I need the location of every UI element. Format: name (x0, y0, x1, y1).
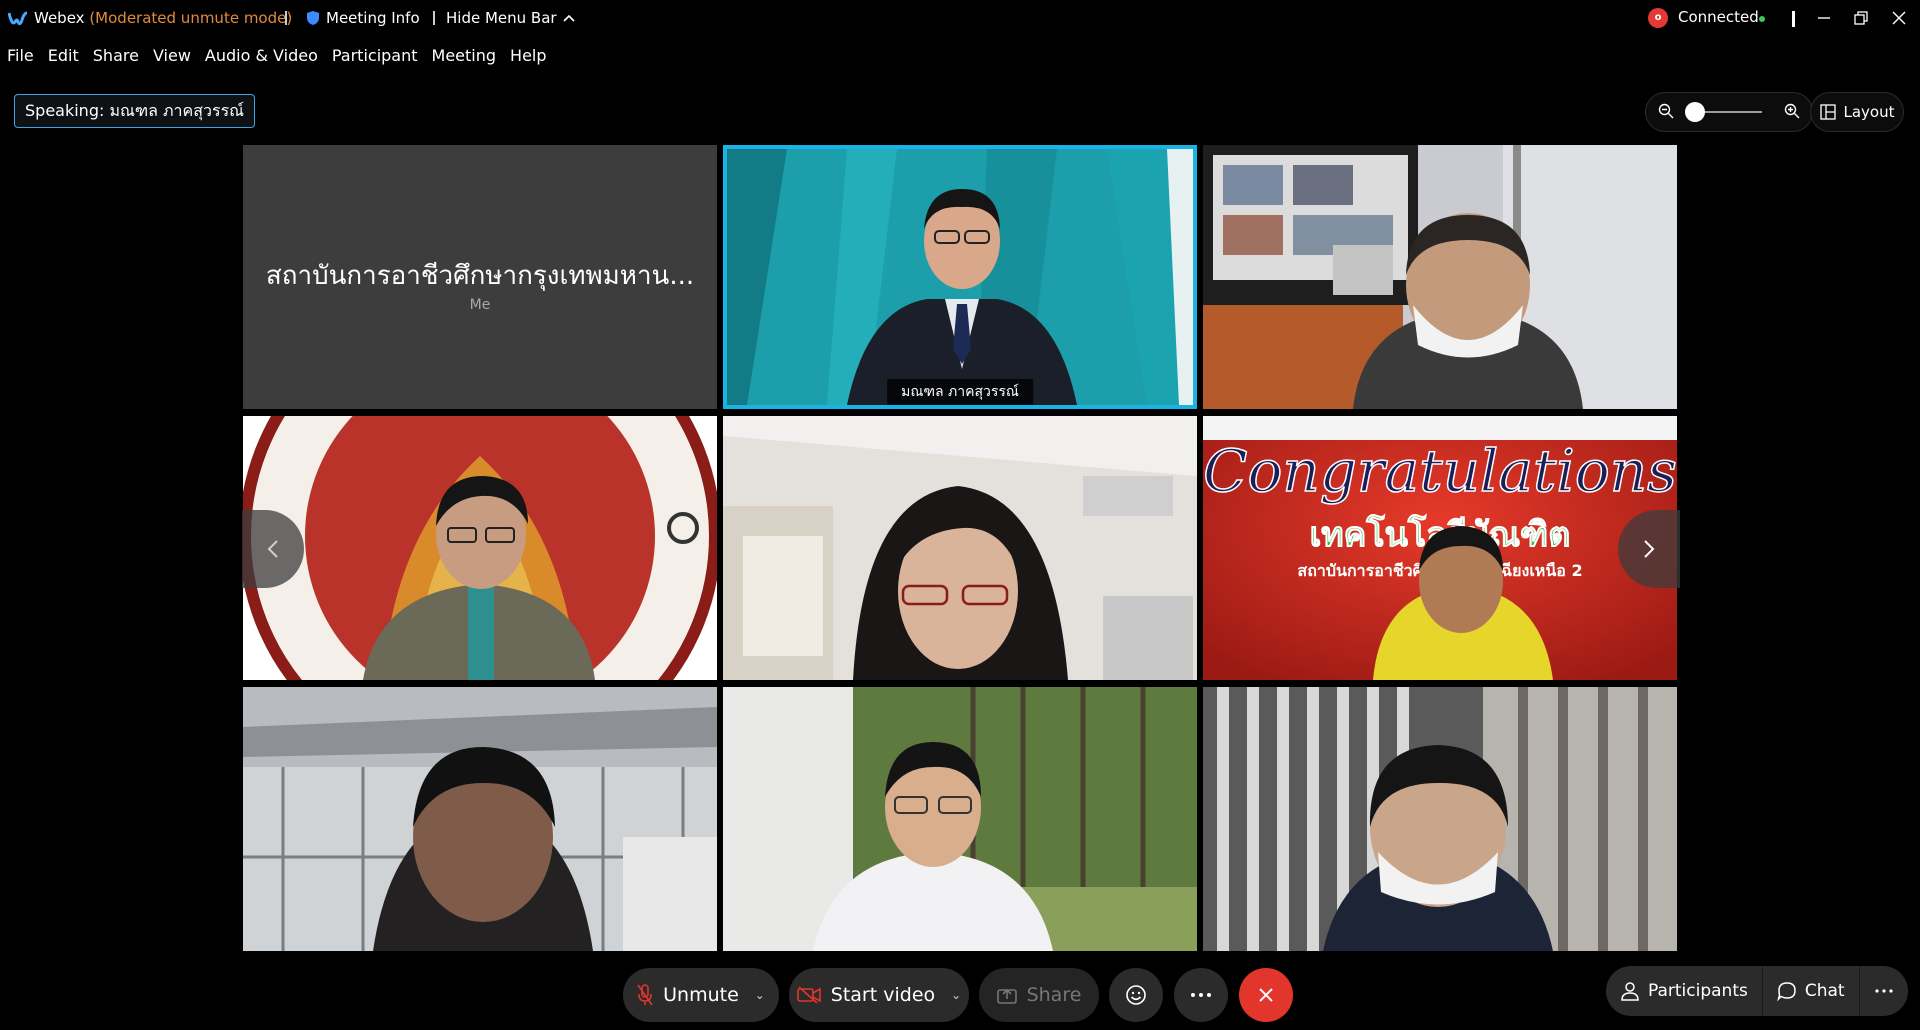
participant-video (1203, 145, 1677, 409)
me-display-name: สถาบันการอาชีวศึกษากรุงเทพมหาน... (265, 261, 695, 291)
menu-view[interactable]: View (146, 42, 198, 72)
zoom-out-icon[interactable] (1658, 103, 1674, 119)
participants-label: Participants (1648, 981, 1748, 1001)
menu-audio-video[interactable]: Audio & Video (198, 42, 325, 72)
more-panels-button[interactable] (1860, 966, 1908, 1016)
chevron-up-icon (563, 14, 575, 22)
hide-menu-bar-button[interactable]: Hide Menu Bar (446, 9, 575, 27)
app-name: Webex (34, 9, 85, 27)
video-tile-participant[interactable] (243, 416, 717, 680)
video-tile-participant[interactable] (1203, 687, 1677, 951)
unmute-label: Unmute (663, 984, 739, 1006)
recording-icon[interactable]: o (1648, 8, 1668, 28)
minimize-icon (1818, 17, 1830, 19)
layout-button[interactable]: Layout (1810, 92, 1904, 132)
banner-title: Congratulations (1203, 437, 1677, 505)
video-tile-participant[interactable] (723, 416, 1197, 680)
title-bar: Webex (Moderated unmute mode) Meeting In… (0, 0, 1920, 38)
share-icon (996, 988, 1017, 1004)
chevron-left-icon (267, 540, 278, 558)
menu-help[interactable]: Help (503, 42, 553, 72)
speaker-name-tag: มณฑล ภาคสุวรรณ์ (887, 379, 1033, 405)
unmute-button[interactable]: Unmute ⌄ (623, 968, 779, 1022)
zoom-slider-thumb[interactable] (1685, 102, 1705, 122)
layout-grid-icon (1819, 104, 1836, 120)
menu-share[interactable]: Share (86, 42, 146, 72)
leave-meeting-button[interactable] (1239, 968, 1293, 1022)
video-tile-me[interactable]: สถาบันการอาชีวศึกษากรุงเทพมหาน... Me (243, 145, 717, 409)
close-icon (1259, 988, 1273, 1002)
participant-video: Congratulations เทคโนโลยีบัณฑิต สถาบันกา… (1203, 416, 1677, 680)
panel-toggle-group: Participants Chat (1606, 966, 1908, 1016)
participant-video (243, 416, 717, 680)
chat-label: Chat (1804, 981, 1845, 1001)
layout-label: Layout (1843, 103, 1895, 121)
participants-button[interactable]: Participants (1606, 966, 1762, 1016)
shield-icon (307, 11, 319, 25)
window-title: Webex (Moderated unmute mode) (34, 9, 292, 27)
minimize-button[interactable] (1807, 4, 1841, 32)
close-icon (1892, 11, 1906, 25)
chevron-right-icon (1644, 540, 1655, 558)
start-video-button[interactable]: Start video ⌄ (789, 968, 969, 1022)
chat-button[interactable]: Chat (1763, 966, 1859, 1016)
meeting-info-label: Meeting Info (326, 9, 420, 27)
zoom-control (1645, 92, 1813, 132)
meeting-info-button[interactable]: Meeting Info (306, 9, 420, 27)
menu-participant[interactable]: Participant (325, 42, 425, 72)
chevron-down-icon[interactable]: ⌄ (755, 988, 765, 1002)
menu-edit[interactable]: Edit (41, 42, 86, 72)
connected-dot-icon (1759, 16, 1765, 22)
divider (285, 11, 287, 25)
chat-bubble-icon (1777, 982, 1796, 1001)
smiley-icon (1126, 985, 1146, 1005)
menu-meeting[interactable]: Meeting (425, 42, 504, 72)
video-tile-participant[interactable] (1203, 145, 1677, 409)
person-icon (1621, 982, 1639, 1001)
share-label: Share (1026, 984, 1082, 1006)
restore-button[interactable] (1844, 4, 1878, 32)
participant-video (1203, 687, 1677, 951)
video-tile-participant[interactable] (723, 687, 1197, 951)
chevron-down-icon[interactable]: ⌄ (951, 988, 961, 1002)
share-button[interactable]: Share (979, 968, 1099, 1022)
me-label: Me (469, 297, 491, 313)
video-off-icon (796, 986, 821, 1004)
microphone-muted-icon (637, 984, 653, 1006)
speaking-indicator: Speaking: มณฑล ภาคสุวรรณ์ (14, 94, 256, 128)
menu-file[interactable]: File (0, 42, 41, 72)
ellipsis-icon (1191, 993, 1211, 997)
video-tile-participant[interactable] (243, 687, 717, 951)
start-video-label: Start video (830, 984, 936, 1006)
unmute-mode-label: (Moderated unmute mode) (89, 9, 293, 27)
close-window-button[interactable] (1882, 4, 1916, 32)
video-tile-participant[interactable]: Congratulations เทคโนโลยีบัณฑิต สถาบันกา… (1203, 416, 1677, 680)
participant-video (723, 416, 1197, 680)
divider (1792, 11, 1795, 27)
participant-video (727, 149, 1193, 405)
zoom-in-icon[interactable] (1784, 103, 1800, 119)
webex-logo-icon (8, 11, 28, 26)
hide-menu-bar-label: Hide Menu Bar (446, 9, 557, 27)
participant-video (243, 687, 717, 951)
video-tile-active-speaker[interactable]: มณฑล ภาคสุวรรณ์ (723, 145, 1197, 409)
menu-bar: File Edit Share View Audio & Video Parti… (0, 42, 554, 72)
divider (433, 11, 435, 25)
ellipsis-icon (1874, 989, 1893, 993)
reactions-button[interactable] (1109, 968, 1163, 1022)
restore-icon (1854, 11, 1868, 25)
more-options-button[interactable] (1174, 968, 1228, 1022)
connection-status: Connected (1678, 8, 1759, 26)
participant-video (723, 687, 1197, 951)
